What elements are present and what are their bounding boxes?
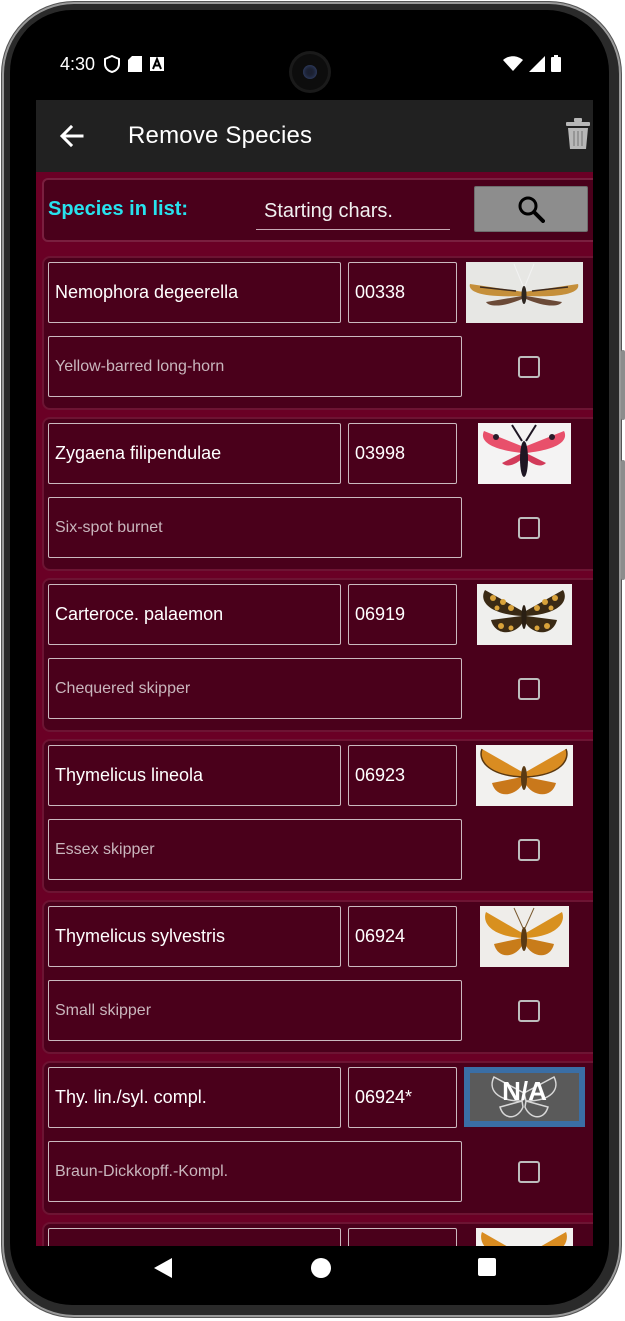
- scientific-name-field[interactable]: Zygaena filipendulae: [48, 423, 341, 484]
- remove-checkbox[interactable]: [518, 356, 540, 378]
- species-thumbnail[interactable]: [476, 1228, 573, 1246]
- species-thumbnail[interactable]: [480, 906, 569, 967]
- common-name-field[interactable]: Yellow-barred long-horn: [48, 336, 462, 397]
- scientific-name-field[interactable]: Thymelicus lineola: [48, 745, 341, 806]
- species-code-field[interactable]: 06919: [348, 584, 457, 645]
- page-title: Remove Species: [128, 122, 313, 149]
- remove-checkbox[interactable]: [518, 678, 540, 700]
- font-a-icon: [150, 57, 164, 71]
- species-thumbnail-not-available[interactable]: N/A: [464, 1067, 585, 1127]
- species-code-field[interactable]: 06924: [348, 906, 457, 967]
- species-code-field[interactable]: 00338: [348, 262, 457, 323]
- status-time: 4:30: [60, 54, 96, 74]
- species-card: Carteroce. palaemon 06919 Chequered skip…: [42, 578, 593, 732]
- remove-checkbox[interactable]: [518, 1161, 540, 1183]
- nav-back-icon[interactable]: [154, 1258, 172, 1278]
- species-code-field[interactable]: 06923: [348, 745, 457, 806]
- screen: 4:30 Remove Species Species in list: Sta…: [26, 24, 593, 1291]
- power-button: [621, 350, 625, 420]
- trash-icon[interactable]: [566, 118, 590, 152]
- sd-card-icon: [128, 56, 142, 72]
- status-icons-left: [104, 55, 164, 73]
- app-bar: Remove Species: [36, 100, 593, 172]
- species-thumbnail[interactable]: [466, 262, 583, 323]
- species-thumbnail[interactable]: [477, 584, 572, 645]
- search-bar: Species in list:: [42, 178, 593, 242]
- status-icons-right: [503, 55, 561, 72]
- not-available-label: N/A: [502, 1076, 547, 1106]
- species-thumbnail[interactable]: [476, 745, 573, 806]
- species-card: Thymelicus sylvestris 06924 Small skippe…: [42, 900, 593, 1054]
- remove-checkbox[interactable]: [518, 839, 540, 861]
- species-thumbnail[interactable]: [478, 423, 571, 484]
- nav-recents-icon[interactable]: [478, 1258, 496, 1276]
- scientific-name-field[interactable]: Thymelicus sylvestris: [48, 906, 341, 967]
- search-button[interactable]: [474, 186, 588, 232]
- remove-checkbox[interactable]: [518, 1000, 540, 1022]
- signal-icon: [529, 55, 545, 72]
- scientific-name-field[interactable]: Thy. lin./syl. compl.: [48, 1067, 341, 1128]
- common-name-field[interactable]: Essex skipper: [48, 819, 462, 880]
- common-name-field[interactable]: Braun-Dickkopff.-Kompl.: [48, 1141, 462, 1202]
- scientific-name-field[interactable]: [48, 1228, 341, 1246]
- status-bar: 4:30: [26, 24, 593, 100]
- species-card: [42, 1222, 593, 1246]
- species-list-content: Species in list: Nemophora degeerella 00…: [36, 172, 593, 1246]
- common-name-field[interactable]: Chequered skipper: [48, 658, 462, 719]
- species-card: Thy. lin./syl. compl. 06924* Braun-Dickk…: [42, 1061, 593, 1215]
- search-input[interactable]: [256, 194, 450, 230]
- nav-home-icon[interactable]: [311, 1258, 331, 1278]
- species-in-list-label: Species in list:: [48, 198, 189, 220]
- back-arrow-icon[interactable]: [58, 122, 86, 150]
- common-name-field[interactable]: Six-spot burnet: [48, 497, 462, 558]
- species-card: Nemophora degeerella 00338 Yellow-barred…: [42, 256, 593, 410]
- volume-button: [621, 460, 625, 580]
- battery-icon: [551, 55, 561, 72]
- species-card: Zygaena filipendulae 03998 Six-spot burn…: [42, 417, 593, 571]
- remove-checkbox[interactable]: [518, 517, 540, 539]
- front-camera: [292, 54, 328, 90]
- phone-screen-bezel: 4:30 Remove Species Species in list: Sta…: [10, 10, 609, 1305]
- search-icon: [518, 196, 545, 223]
- wifi-icon: [503, 55, 523, 71]
- species-card: Thymelicus lineola 06923 Essex skipper: [42, 739, 593, 893]
- common-name-field[interactable]: Small skipper: [48, 980, 462, 1041]
- species-code-field[interactable]: 03998: [348, 423, 457, 484]
- species-code-field[interactable]: [348, 1228, 457, 1246]
- scientific-name-field[interactable]: Carteroce. palaemon: [48, 584, 341, 645]
- system-navigation-bar: [26, 1246, 593, 1291]
- species-code-field[interactable]: 06924*: [348, 1067, 457, 1128]
- shield-icon: [104, 55, 120, 73]
- scientific-name-field[interactable]: Nemophora degeerella: [48, 262, 341, 323]
